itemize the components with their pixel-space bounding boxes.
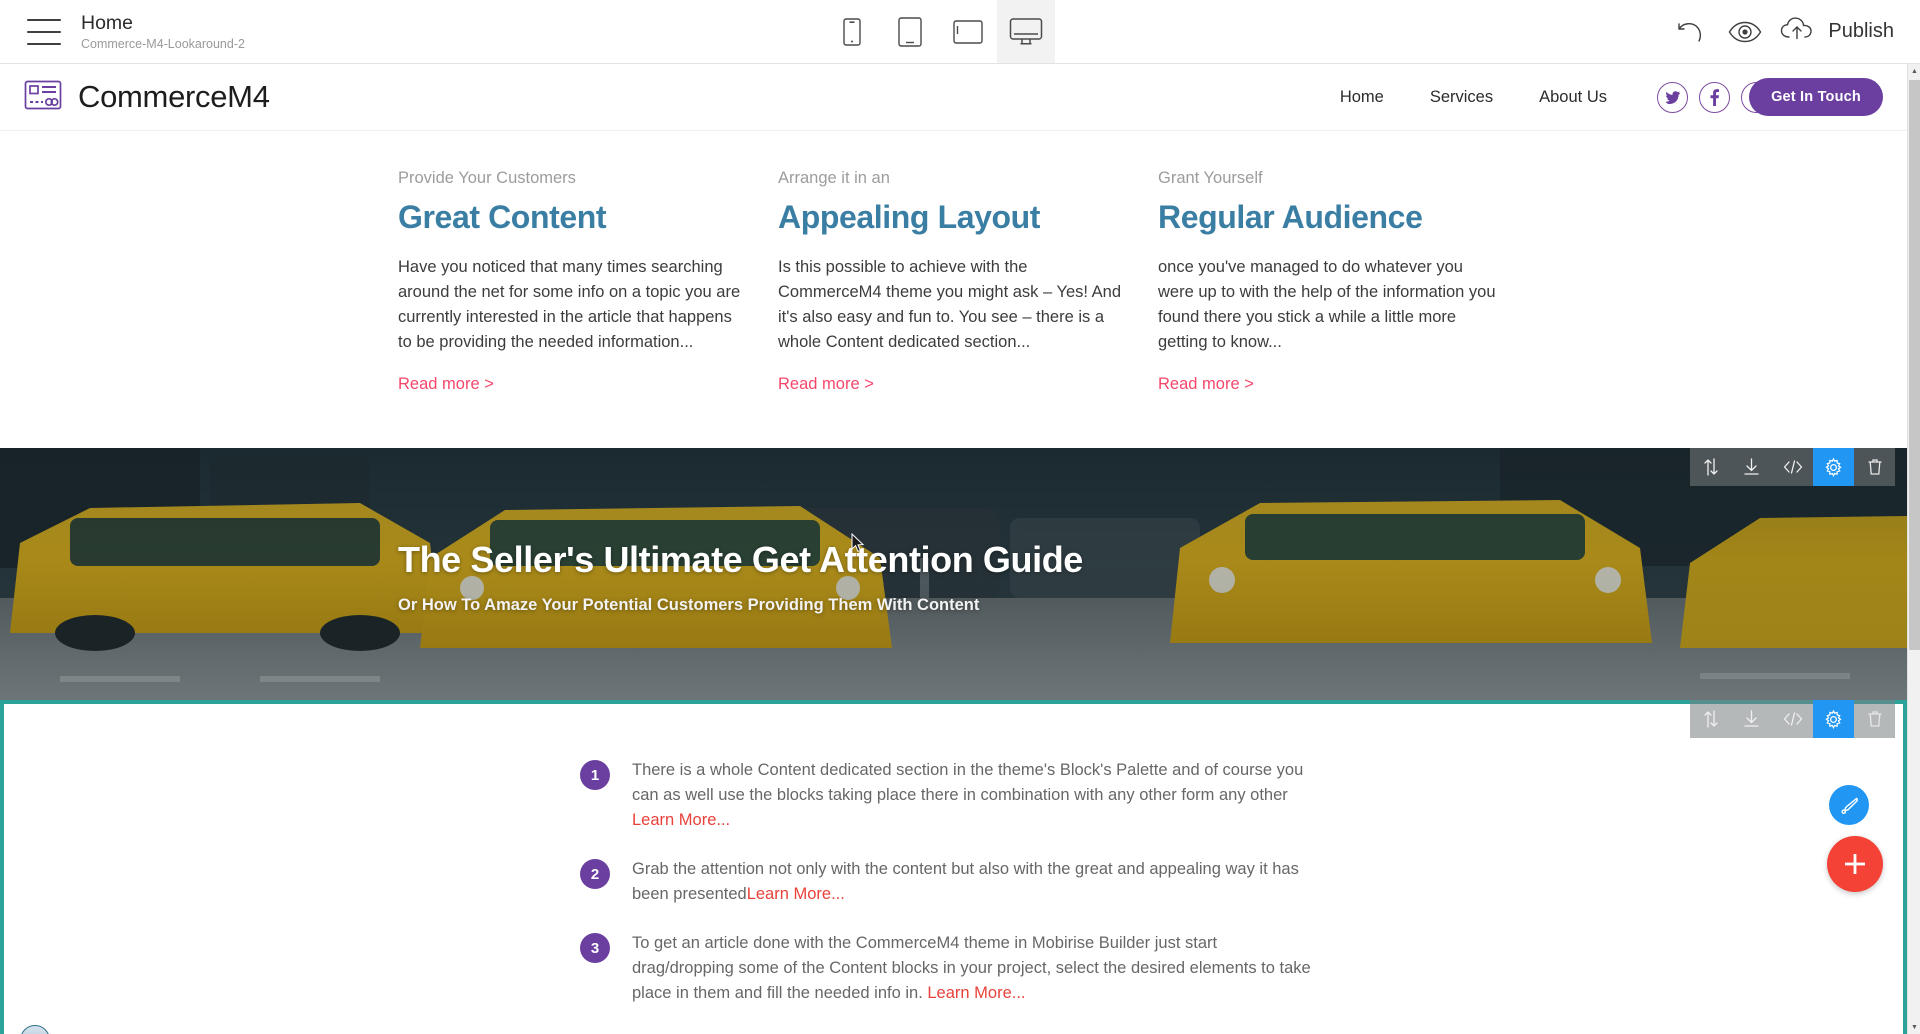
feature-body: Have you noticed that many times searchi… [398, 258, 741, 351]
device-preview-switcher [823, 0, 1055, 63]
nav-item-services[interactable]: Services [1430, 88, 1493, 107]
feature-read-more-link[interactable]: Read more > [1158, 375, 1254, 394]
publish-button[interactable]: Publish [1780, 16, 1894, 47]
mouse-cursor [851, 533, 865, 553]
hamburger-icon[interactable] [27, 18, 61, 45]
feature-card: Provide Your Customers Great Content Hav… [398, 167, 778, 394]
device-mobile-button[interactable] [823, 0, 881, 63]
learn-more-link[interactable]: Learn More... [747, 885, 845, 903]
list-text: To get an article done with the Commerce… [632, 931, 1322, 1006]
feature-card: Arrange it in an Appealing Layout Is thi… [778, 167, 1158, 394]
hero-banner-block: The Seller's Ultimate Get Attention Guid… [0, 448, 1907, 700]
hero-subtitle: Or How To Amaze Your Potential Customers… [398, 596, 980, 614]
add-block-button[interactable] [1827, 836, 1883, 892]
device-tablet-landscape-button[interactable] [939, 0, 997, 63]
list-number-badge: 2 [580, 859, 610, 889]
content-block-toolbar [1690, 700, 1895, 738]
content-block-selected[interactable]: 1 There is a whole Content dedicated sec… [0, 700, 1907, 1034]
scroll-up-icon[interactable]: ▲ [1908, 64, 1920, 78]
id-card-icon [24, 80, 62, 115]
device-desktop-button[interactable] [997, 0, 1055, 63]
feature-card: Grant Yourself Regular Audience once you… [1158, 167, 1538, 394]
page-title: Home [81, 11, 134, 34]
publish-label: Publish [1828, 20, 1894, 42]
scroll-down-icon[interactable]: ▼ [1908, 1020, 1920, 1034]
list-text-body: Grab the attention not only with the con… [632, 860, 1299, 903]
list-left-spacer [4, 857, 580, 907]
list-item: 1 There is a whole Content dedicated sec… [4, 758, 1903, 833]
feature-kicker: Grant Yourself [1158, 169, 1263, 187]
delete-block-icon[interactable] [1854, 448, 1895, 486]
feature-read-more-link[interactable]: Read more > [398, 375, 494, 394]
move-block-icon[interactable] [1690, 700, 1731, 738]
feature-body: Is this possible to achieve with the Com… [778, 258, 1122, 351]
numbered-list: 1 There is a whole Content dedicated sec… [4, 704, 1903, 1006]
site-header: CommerceM4 Home Services About Us Get In… [0, 64, 1907, 131]
download-block-icon[interactable] [1731, 448, 1772, 486]
feature-heading: Regular Audience [1158, 199, 1423, 235]
hero-block-toolbar [1690, 448, 1895, 486]
page-info: Home Commerce-M4-Lookaround-2 [81, 11, 245, 53]
features-section: Provide Your Customers Great Content Hav… [0, 131, 1907, 448]
delete-block-icon[interactable] [1854, 700, 1895, 738]
vertical-scrollbar[interactable]: ▲ ▼ [1907, 64, 1920, 1034]
app-toolbar: Home Commerce-M4-Lookaround-2 Publish [0, 0, 1920, 64]
page-canvas: CommerceM4 Home Services About Us Get In… [0, 64, 1907, 1034]
project-name: Commerce-M4-Lookaround-2 [81, 36, 245, 51]
nav-item-about-us[interactable]: About Us [1539, 88, 1607, 107]
list-left-spacer [4, 931, 580, 1006]
facebook-icon[interactable] [1699, 81, 1730, 113]
plus-icon [1845, 854, 1865, 874]
list-text-body: There is a whole Content dedicated secti… [632, 761, 1304, 804]
paintbrush-icon[interactable] [1829, 785, 1869, 825]
site-navigation: Home Services About Us [1340, 88, 1607, 107]
undo-icon[interactable] [1664, 21, 1718, 43]
feature-kicker: Arrange it in an [778, 169, 890, 187]
hero-text: The Seller's Ultimate Get Attention Guid… [398, 538, 1083, 615]
brand-name: CommerceM4 [78, 79, 270, 114]
download-block-icon[interactable] [1731, 700, 1772, 738]
list-text: There is a whole Content dedicated secti… [632, 758, 1322, 833]
cloud-upload-icon [1780, 16, 1818, 47]
learn-more-link[interactable]: Learn More... [632, 811, 730, 829]
site-brand[interactable]: CommerceM4 [24, 79, 270, 115]
nav-item-home[interactable]: Home [1340, 88, 1384, 107]
code-block-icon[interactable] [1772, 700, 1813, 738]
device-tablet-button[interactable] [881, 0, 939, 63]
feature-read-more-link[interactable]: Read more > [778, 375, 874, 394]
scrollbar-thumb[interactable] [1909, 80, 1920, 650]
settings-gear-icon[interactable] [1813, 700, 1854, 738]
twitter-icon[interactable] [1657, 81, 1688, 113]
hero-title: The Seller's Ultimate Get Attention Guid… [398, 539, 1083, 580]
list-item: 3 To get an article done with the Commer… [4, 931, 1903, 1006]
feature-heading: Great Content [398, 199, 607, 235]
feature-kicker: Provide Your Customers [398, 169, 576, 187]
eye-icon[interactable] [1718, 21, 1772, 43]
feature-heading: Appealing Layout [778, 199, 1041, 235]
list-text: Grab the attention not only with the con… [632, 857, 1322, 907]
learn-more-link[interactable]: Learn More... [927, 984, 1025, 1002]
list-left-spacer [4, 758, 580, 833]
list-item: 2 Grab the attention not only with the c… [4, 857, 1903, 907]
list-number-badge: 3 [580, 933, 610, 963]
settings-gear-icon[interactable] [1813, 448, 1854, 486]
code-block-icon[interactable] [1772, 448, 1813, 486]
features-left-spacer [0, 167, 398, 394]
move-block-icon[interactable] [1690, 448, 1731, 486]
list-number-badge: 1 [580, 760, 610, 790]
get-in-touch-button[interactable]: Get In Touch [1749, 78, 1883, 116]
block-anchor-handle[interactable] [20, 1025, 50, 1034]
feature-body: once you've managed to do whatever you w… [1158, 258, 1496, 351]
app-bar-actions: Publish [1664, 0, 1894, 63]
